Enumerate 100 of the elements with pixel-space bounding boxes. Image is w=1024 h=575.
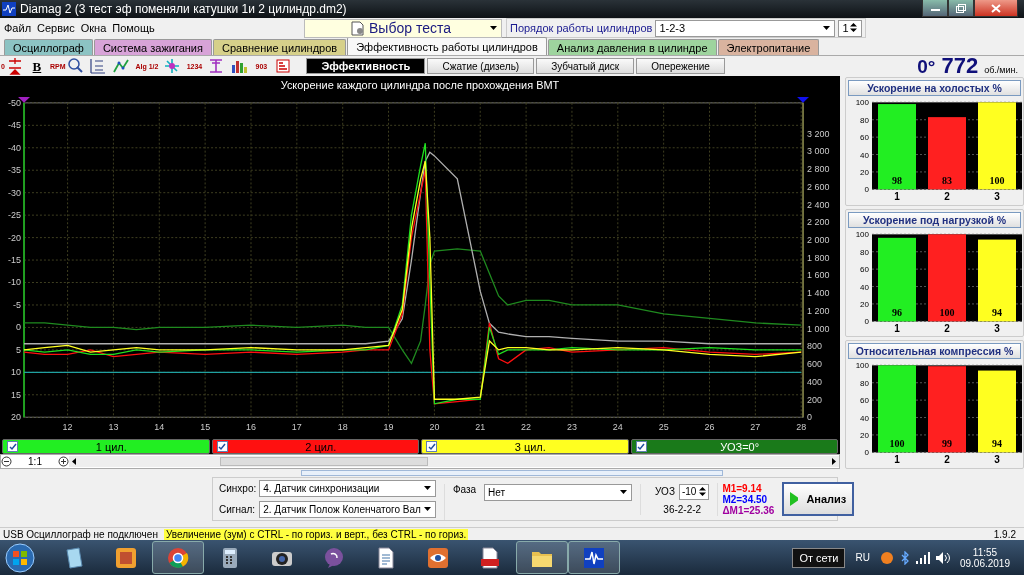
- menu-item[interactable]: Помощь: [112, 22, 155, 34]
- menu-item[interactable]: Сервис: [37, 22, 75, 34]
- field-label: Фаза: [452, 484, 477, 497]
- minimize-button[interactable]: [922, 0, 948, 17]
- channel-toggle[interactable]: 1 цил.: [2, 439, 210, 455]
- magnifier-icon: [66, 57, 85, 75]
- checkmark-icon: [218, 442, 226, 451]
- play-icon: [790, 492, 799, 506]
- sub-tab[interactable]: Эффективность: [306, 58, 426, 74]
- axis-label: -20: [8, 232, 22, 243]
- order-dropdown[interactable]: 1-2-3: [655, 19, 836, 37]
- spin-arrows-icon: [850, 22, 858, 32]
- chart-title-button[interactable]: Ускорение под нагрузкой %: [848, 211, 1021, 228]
- zoom-out-icon[interactable]: [1, 456, 12, 468]
- axis-label: 21: [475, 422, 486, 433]
- field-label: Сигнал:: [219, 504, 257, 515]
- uoz-spinner[interactable]: -10: [678, 483, 710, 500]
- language-indicator[interactable]: RU: [855, 552, 870, 563]
- channel-toggle[interactable]: 3 цил.: [421, 439, 629, 455]
- crosshair-icon: [163, 57, 182, 75]
- clock-date[interactable]: 09.06.2019: [959, 557, 1010, 569]
- analyze-button[interactable]: Анализ: [782, 482, 855, 516]
- field-label: Порядок работы цилиндров: [510, 22, 653, 34]
- axis-label: 40: [860, 282, 869, 292]
- pdf-file-icon-drawing: [478, 545, 502, 570]
- channel-label: УОЗ=0°: [719, 440, 761, 453]
- caret-icon: [423, 507, 431, 511]
- waveform-icon[interactable]: [568, 541, 620, 574]
- tab[interactable]: Осциллограф: [4, 39, 93, 55]
- eye-icon-drawing: [426, 545, 450, 570]
- app-logo-icon: [2, 2, 16, 16]
- axis-label: 3: [994, 323, 1000, 334]
- menu-item[interactable]: Файл: [4, 22, 32, 34]
- checkbox[interactable]: [635, 441, 647, 453]
- caret-icon: [423, 486, 431, 490]
- checkbox[interactable]: [216, 441, 228, 453]
- checkbox[interactable]: [426, 441, 437, 453]
- splitter-handle[interactable]: [301, 470, 723, 476]
- horizontal-scrollbar[interactable]: [69, 456, 839, 468]
- axis-label: 40: [860, 413, 869, 423]
- test-dropdown[interactable]: Выбор теста: [304, 18, 502, 38]
- signal-bars-icon[interactable]: [915, 551, 930, 564]
- folder-icon[interactable]: [516, 541, 568, 574]
- axis-label: 60: [860, 396, 869, 406]
- axis-label: 18: [337, 422, 348, 433]
- signal-dropdown[interactable]: 2. Датчик Полож Коленчатого Вал: [259, 501, 436, 518]
- value-label: 100: [889, 438, 905, 450]
- zoom-ratio: 1:1: [27, 456, 43, 468]
- marker-icon[interactable]: [797, 96, 809, 103]
- axis-label: 14: [154, 422, 165, 433]
- start-button[interactable]: [4, 541, 36, 574]
- speaker-icon[interactable]: [935, 551, 950, 564]
- axis-label: 2 200: [807, 217, 830, 228]
- clock-time[interactable]: 11:55: [972, 546, 998, 558]
- axis-label: 100: [855, 98, 869, 108]
- circle-icon[interactable]: [879, 550, 894, 565]
- channel-toggle[interactable]: 2 цил.: [211, 439, 419, 455]
- zoom-in-icon[interactable]: [58, 456, 69, 468]
- axis-label: 2 400: [807, 199, 830, 210]
- axis-label: 2 600: [807, 181, 830, 192]
- value-label: 94: [992, 438, 1002, 450]
- axis-label: 1: [894, 323, 900, 334]
- axis-label: 0: [864, 448, 869, 458]
- version-label: 1.9.2: [993, 528, 1017, 540]
- axis-label: 5: [16, 344, 22, 355]
- tab[interactable]: Система зажигания: [93, 39, 212, 55]
- sub-tab[interactable]: Зубчатый диск: [536, 58, 635, 74]
- axis-label: -40: [8, 142, 22, 153]
- axis-label: 40: [860, 150, 869, 160]
- value-label: 98: [892, 175, 902, 187]
- sync-dropdown[interactable]: 4. Датчик синхронизации: [259, 480, 436, 497]
- axis-label: 12: [62, 422, 73, 433]
- tab[interactable]: Электропитание: [717, 39, 820, 55]
- menu-item[interactable]: Окна: [80, 22, 107, 34]
- caret-icon: [490, 25, 497, 30]
- chart-title-button[interactable]: Относительная компрессия %: [848, 343, 1021, 360]
- bluetooth-icon[interactable]: [899, 550, 910, 565]
- axis-label: -10: [8, 277, 22, 288]
- tab[interactable]: Эффективность работы цилиндров: [347, 37, 547, 55]
- axis-label: -25: [8, 210, 22, 221]
- phase-dropdown[interactable]: Нет: [484, 484, 633, 501]
- axis-label: 17: [291, 422, 302, 433]
- chart-title-button[interactable]: Ускорение на холостых %: [848, 80, 1021, 96]
- sub-tab[interactable]: Сжатие (дизель): [427, 58, 535, 74]
- checkbox[interactable]: [7, 441, 18, 453]
- restore-button[interactable]: [948, 0, 974, 17]
- tab[interactable]: Анализ давления в цилиндре: [547, 39, 717, 55]
- axis-label: 400: [807, 376, 822, 387]
- sub-tab[interactable]: Опережение: [636, 58, 725, 74]
- channel-toggle[interactable]: УОЗ=0°: [630, 439, 838, 455]
- line-chart-button[interactable]: [111, 57, 132, 75]
- axis-label: 1: [894, 454, 900, 466]
- axis-label: 10: [11, 367, 22, 378]
- cylinder-spinner[interactable]: 1: [838, 19, 863, 37]
- close-button[interactable]: [974, 0, 1018, 17]
- waveform-icon-drawing: [582, 545, 606, 570]
- tab[interactable]: Сравнение цилиндров: [213, 39, 347, 55]
- browser-icon[interactable]: [152, 541, 204, 574]
- bold-button[interactable]: B: [27, 57, 46, 75]
- chat-bubble-icon-drawing: [322, 545, 346, 570]
